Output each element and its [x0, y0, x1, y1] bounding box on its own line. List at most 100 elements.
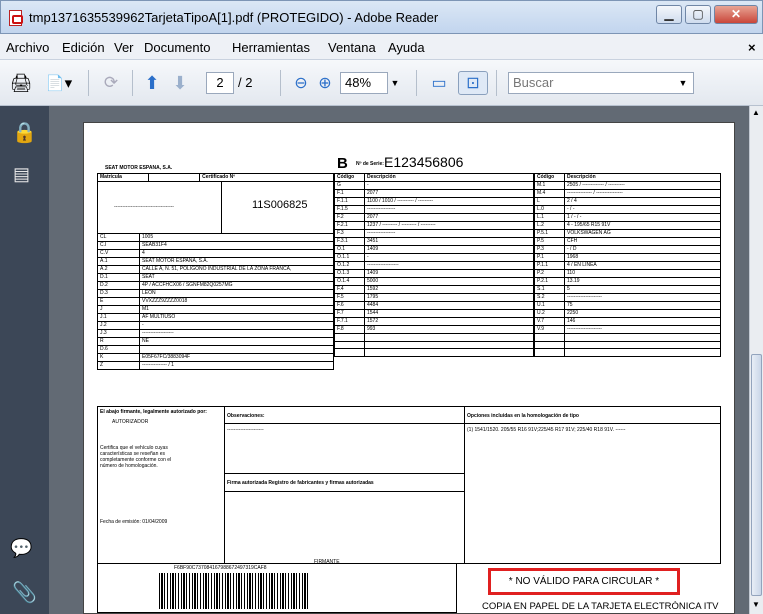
- fit-width-icon[interactable]: ▭: [426, 71, 452, 95]
- fit-page-icon[interactable]: ⊡: [458, 71, 488, 95]
- pdf-page: SEAT MOTOR ESPAÑA, S.A. B Nº de Serie: E…: [83, 122, 735, 614]
- code-cell: [534, 340, 565, 350]
- table-row: J.3 -------------------: [97, 329, 334, 338]
- menu-archivo[interactable]: Archivo: [6, 40, 49, 55]
- menu-edicion[interactable]: Edición: [62, 40, 105, 55]
- scroll-down-icon[interactable]: ▼: [752, 600, 760, 609]
- code-cell: [334, 333, 365, 342]
- table-row: F.3.1 3451: [334, 237, 534, 246]
- table-row: P.2.1 13.19: [534, 277, 721, 286]
- zoom-input[interactable]: 48%: [340, 72, 388, 94]
- print-icon[interactable]: 🖨: [8, 71, 34, 95]
- title-bar: tmp1371635539962TarjetaTipoA[1].pdf (PRO…: [0, 0, 763, 34]
- pages-icon[interactable]: ▤: [13, 164, 31, 186]
- firmante-value: AUTORIZADOR: [112, 419, 149, 425]
- matricula-value: ------------------------------------: [114, 204, 174, 210]
- code-cell: F.7: [334, 309, 365, 318]
- table-row: E VVXZZZ9ZZZZ0018: [97, 297, 334, 306]
- table-row: V.7 146: [534, 317, 721, 326]
- type-letter: B: [337, 155, 348, 172]
- zoom-in-icon[interactable]: ⊕: [314, 71, 336, 95]
- close-button[interactable]: ✕: [714, 5, 758, 24]
- table-row: C.V 4: [97, 249, 334, 258]
- code-cell: [534, 333, 565, 342]
- zoom-dropdown-icon[interactable]: ▼: [388, 71, 402, 95]
- value-cell: VVXZZZ9ZZZZ0018: [139, 297, 334, 306]
- code-cell: O.1.3: [334, 269, 365, 278]
- value-cell: SEAT: [139, 273, 334, 282]
- value-cell: VOLKSWAGEN AG: [564, 229, 721, 238]
- menu-ayuda[interactable]: Ayuda: [388, 40, 425, 55]
- value-cell: 2505 / ------------- / ----------: [564, 181, 721, 190]
- value-cell: 2077: [364, 213, 534, 222]
- lock-icon[interactable]: 🔒: [12, 120, 37, 144]
- barcode-image: [159, 573, 309, 609]
- value-cell: 1409: [364, 269, 534, 278]
- code-cell: M.1: [534, 181, 565, 190]
- table-row: V.9 ---------------------: [534, 325, 721, 334]
- code-cell: O.1: [334, 245, 365, 254]
- zoom-out-icon[interactable]: ⊖: [290, 71, 312, 95]
- value-cell: 3451: [364, 237, 534, 246]
- table-row: O.1 1409: [334, 245, 534, 254]
- code-cell: P.2.1: [534, 277, 565, 286]
- col-codigo: Código: [534, 173, 565, 182]
- table-row: P.3- / D: [534, 245, 721, 254]
- table-row: P.5.1 VOLKSWAGEN AG: [534, 229, 721, 238]
- value-cell: 2 / 4: [564, 197, 721, 206]
- value-cell: 4P / ACCFHCX06 / SGNFM82Q0257MG: [139, 281, 334, 290]
- table-row: F.7 1544: [334, 309, 534, 318]
- maximize-button[interactable]: ▢: [685, 5, 711, 24]
- next-page-icon[interactable]: ⬇: [168, 71, 192, 95]
- vertical-scrollbar[interactable]: ▲ ▼: [749, 106, 763, 614]
- menu-documento[interactable]: Documento: [144, 40, 210, 55]
- attachment-icon[interactable]: 📎: [12, 580, 37, 604]
- code-cell: D.2: [97, 281, 140, 290]
- code-cell: F.2: [334, 213, 365, 222]
- value-cell: 1592: [364, 285, 534, 294]
- search-dropdown-icon[interactable]: ▼: [676, 71, 690, 95]
- code-cell: F.1.1: [334, 197, 365, 206]
- share-icon[interactable]: 📄▾: [40, 71, 78, 95]
- menu-ventana[interactable]: Ventana: [328, 40, 376, 55]
- value-cell: 1005: [139, 233, 334, 242]
- search-input[interactable]: Buscar: [508, 72, 694, 94]
- code-cell: D.6: [97, 345, 140, 354]
- table-row: [334, 348, 534, 358]
- firma-label: Firma autorizada Registro de fabricantes…: [227, 480, 374, 486]
- value-cell: 1544: [364, 309, 534, 318]
- code-cell: G: [334, 181, 365, 190]
- value-cell: 1572: [364, 317, 534, 326]
- page-number-input[interactable]: 2: [206, 72, 234, 94]
- window-title: tmp1371635539962TarjetaTipoA[1].pdf (PRO…: [29, 10, 439, 25]
- code-cell: E: [97, 297, 140, 306]
- scroll-up-icon[interactable]: ▲: [752, 108, 760, 117]
- code-cell: [334, 348, 365, 358]
- table-row: P.1 1968: [534, 253, 721, 262]
- prev-page-icon[interactable]: ⬆: [140, 71, 164, 95]
- no-valido-box: * NO VÁLIDO PARA CIRCULAR *: [488, 568, 680, 595]
- comments-icon[interactable]: 💬: [10, 538, 34, 560]
- barcode-text: F6BF90C737084167988672497319CAF8: [174, 565, 267, 571]
- close-document-button[interactable]: ×: [748, 40, 756, 55]
- code-cell: L.0: [534, 205, 565, 214]
- code-cell: F.7.1: [334, 317, 365, 326]
- value-cell: CFH: [564, 237, 721, 246]
- value-cell: SEAB31F4: [139, 241, 334, 250]
- middle-data-table: Código Descripción G - F.1 2077 F.1.1 1100 / 10…: [334, 173, 534, 358]
- table-row: J.1 AF MULTIUSO: [97, 313, 334, 322]
- table-row: D.3 LEON: [97, 289, 334, 298]
- menu-ver[interactable]: Ver: [114, 40, 134, 55]
- table-row: O.1.4 5000: [334, 277, 534, 286]
- value-cell: 1237 / --------- / --------- / ---------: [364, 221, 534, 230]
- value-cell: 4: [139, 249, 334, 258]
- table-row: S.1 5: [534, 285, 721, 294]
- code-cell: F.8: [334, 325, 365, 334]
- refresh-icon[interactable]: ⟳: [98, 71, 124, 95]
- menu-herramientas[interactable]: Herramientas: [232, 40, 310, 55]
- scrollbar-thumb[interactable]: [751, 354, 762, 596]
- code-cell: F.1: [334, 189, 365, 198]
- minimize-button[interactable]: ▁: [656, 5, 682, 24]
- value-cell: LEON: [139, 289, 334, 298]
- code-cell: V.7: [534, 317, 565, 326]
